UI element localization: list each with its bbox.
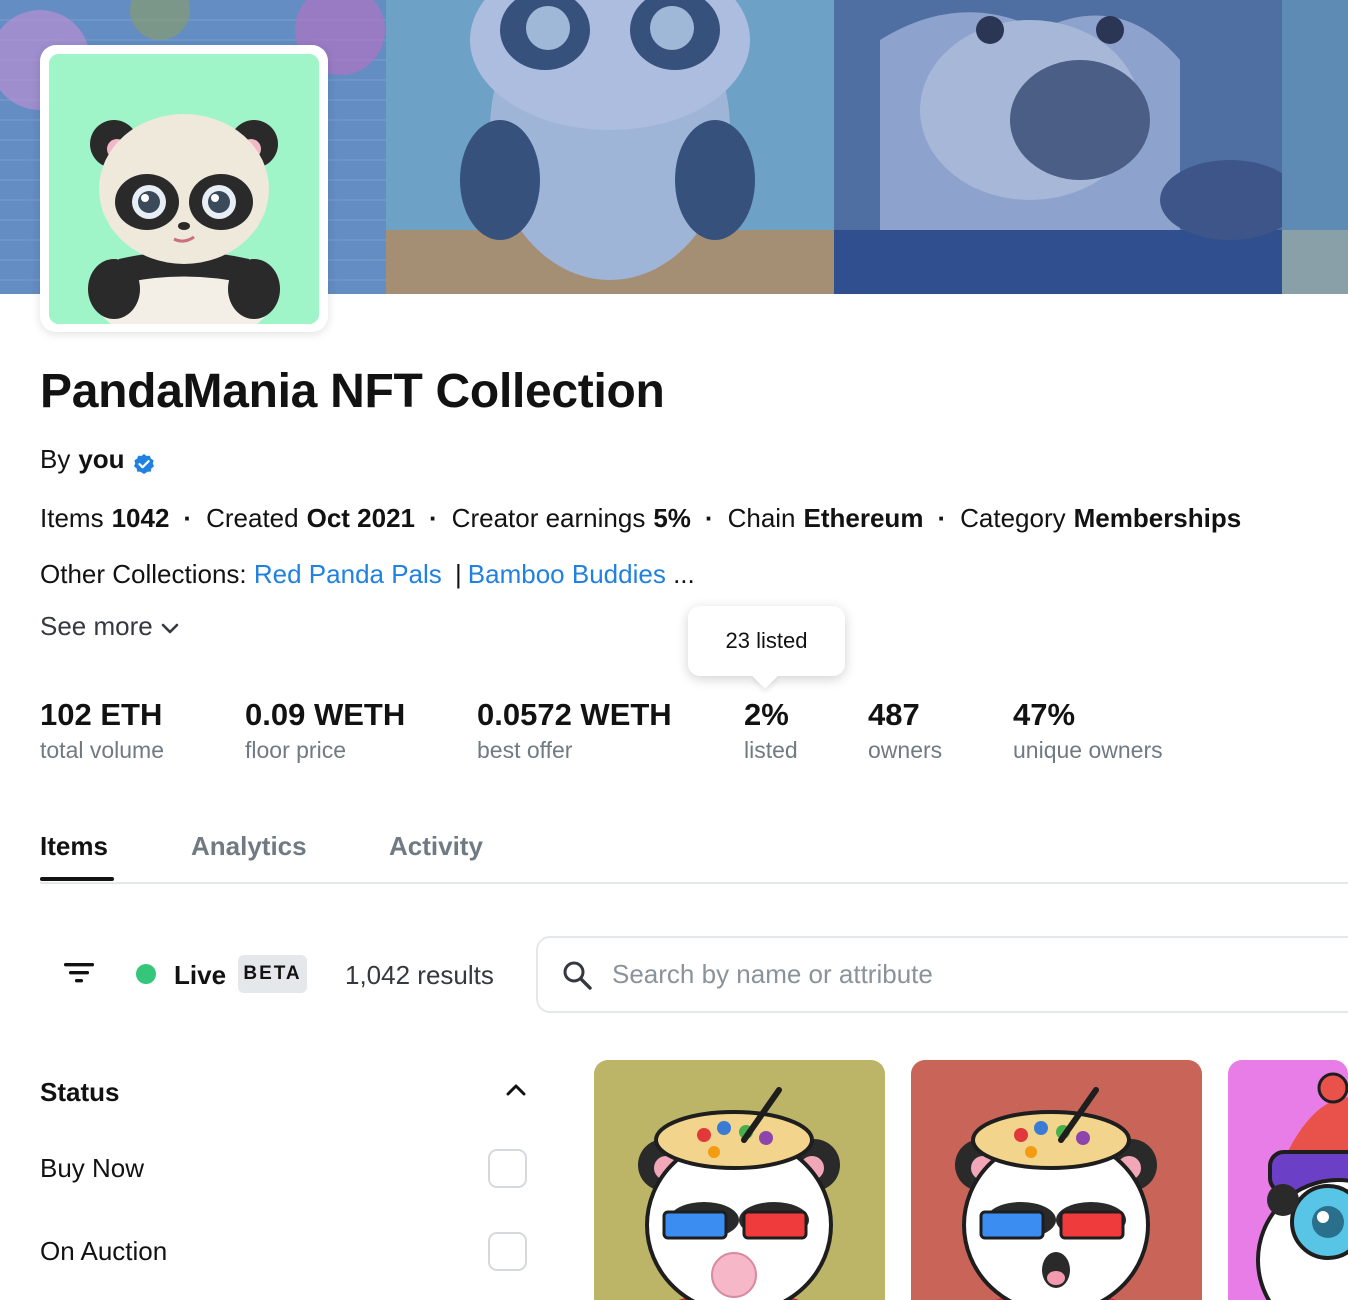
collection-tabs: Items Analytics Activity (40, 820, 1348, 884)
stat-value: 47% (1013, 697, 1076, 732)
meta-separator: · (937, 503, 947, 533)
tab-items[interactable]: Items (40, 828, 108, 864)
filter-option-label: Buy Now (40, 1152, 145, 1183)
meta-items: Items 1042 (40, 503, 170, 533)
stat-total-volume[interactable]: 102 ETH total volume (40, 695, 164, 765)
other-collection-link-red-panda-pals[interactable]: Red Panda Pals (254, 559, 442, 589)
meta-chain: Chain Ethereum (727, 503, 924, 533)
stat-value: 0.0572 WETH (477, 697, 672, 732)
collection-meta: Items 1042 · Created Oct 2021 · Creator … (40, 500, 1241, 536)
other-collections: Other Collections: Red Panda Pals | Bambo… (40, 556, 695, 592)
stat-label: listed (744, 737, 798, 763)
other-collection-link-bamboo-buddies[interactable]: Bamboo Buddies (468, 559, 666, 589)
collection-avatar (40, 45, 328, 332)
buy-now-checkbox[interactable] (488, 1148, 527, 1188)
listed-tooltip: 23 listed (688, 606, 845, 676)
on-auction-checkbox[interactable] (488, 1231, 527, 1271)
stat-label: owners (868, 737, 943, 763)
live-label: Live (174, 960, 227, 990)
status-heading: Status (40, 1076, 120, 1107)
more-collections-ellipsis: ... (673, 559, 695, 589)
see-more-label: See more (40, 611, 153, 641)
search-bar[interactable] (536, 936, 1348, 1013)
stat-label: best offer (477, 737, 573, 763)
filter-option-label: On Auction (40, 1235, 168, 1266)
stat-owners[interactable]: 487 owners (868, 695, 942, 765)
filter-icon (64, 961, 94, 990)
stat-value: 2% (744, 697, 789, 732)
stat-label: total volume (40, 737, 165, 763)
stat-label: floor price (245, 737, 346, 763)
nft-card[interactable] (1228, 1060, 1348, 1300)
tab-activity[interactable]: Activity (389, 828, 483, 864)
filter-toggle-button[interactable] (52, 950, 106, 1000)
filter-option-on-auction[interactable]: On Auction (40, 1231, 527, 1271)
verified-badge-icon (133, 448, 155, 474)
results-count: 1,042 results (345, 960, 494, 990)
nft-card[interactable] (594, 1060, 885, 1300)
stat-value: 0.09 WETH (245, 697, 406, 732)
chevron-up-icon (506, 1083, 526, 1102)
stat-unique-owners[interactable]: 47% unique owners (1013, 695, 1163, 765)
collection-title: PandaMania NFT Collection (40, 365, 665, 418)
nft-card-image-beanie-panda (1228, 1060, 1348, 1300)
stat-floor-price[interactable]: 0.09 WETH floor price (245, 695, 405, 765)
meta-separator: · (183, 503, 193, 533)
stat-listed[interactable]: 2% listed (744, 695, 798, 765)
active-tab-indicator (40, 877, 114, 881)
meta-separator: · (704, 503, 714, 533)
beta-badge: BETA (238, 955, 307, 993)
panda-avatar-image (49, 54, 319, 324)
collections-divider: | (455, 559, 462, 589)
status-filter-header[interactable]: Status (40, 1072, 526, 1112)
stat-label: unique owners (1013, 737, 1163, 763)
nft-card[interactable] (911, 1060, 1202, 1300)
live-status-dot (136, 964, 156, 984)
meta-separator: · (429, 503, 438, 533)
meta-category: Category Memberships (960, 503, 1242, 533)
meta-created: Created Oct 2021 (206, 503, 415, 533)
chevron-down-icon (161, 608, 179, 644)
stat-best-offer[interactable]: 0.0572 WETH best offer (477, 695, 672, 765)
filter-option-buy-now[interactable]: Buy Now (40, 1148, 527, 1188)
stat-value: 102 ETH (40, 697, 163, 732)
creator-link[interactable]: you (78, 441, 124, 477)
search-input[interactable] (612, 959, 1212, 990)
nft-card-image-painter-panda (594, 1060, 885, 1300)
see-more-button[interactable]: See more (40, 608, 179, 644)
meta-creator-earnings: Creator earnings 5% (451, 503, 691, 533)
stat-value: 487 (868, 697, 920, 732)
tab-analytics[interactable]: Analytics (191, 828, 307, 864)
creator-byline: By you (40, 441, 155, 477)
by-prefix: By (40, 444, 71, 474)
other-collections-label: Other Collections: (40, 559, 247, 589)
search-icon (560, 958, 594, 992)
nft-card-image-painter-panda-surprised (911, 1060, 1202, 1300)
